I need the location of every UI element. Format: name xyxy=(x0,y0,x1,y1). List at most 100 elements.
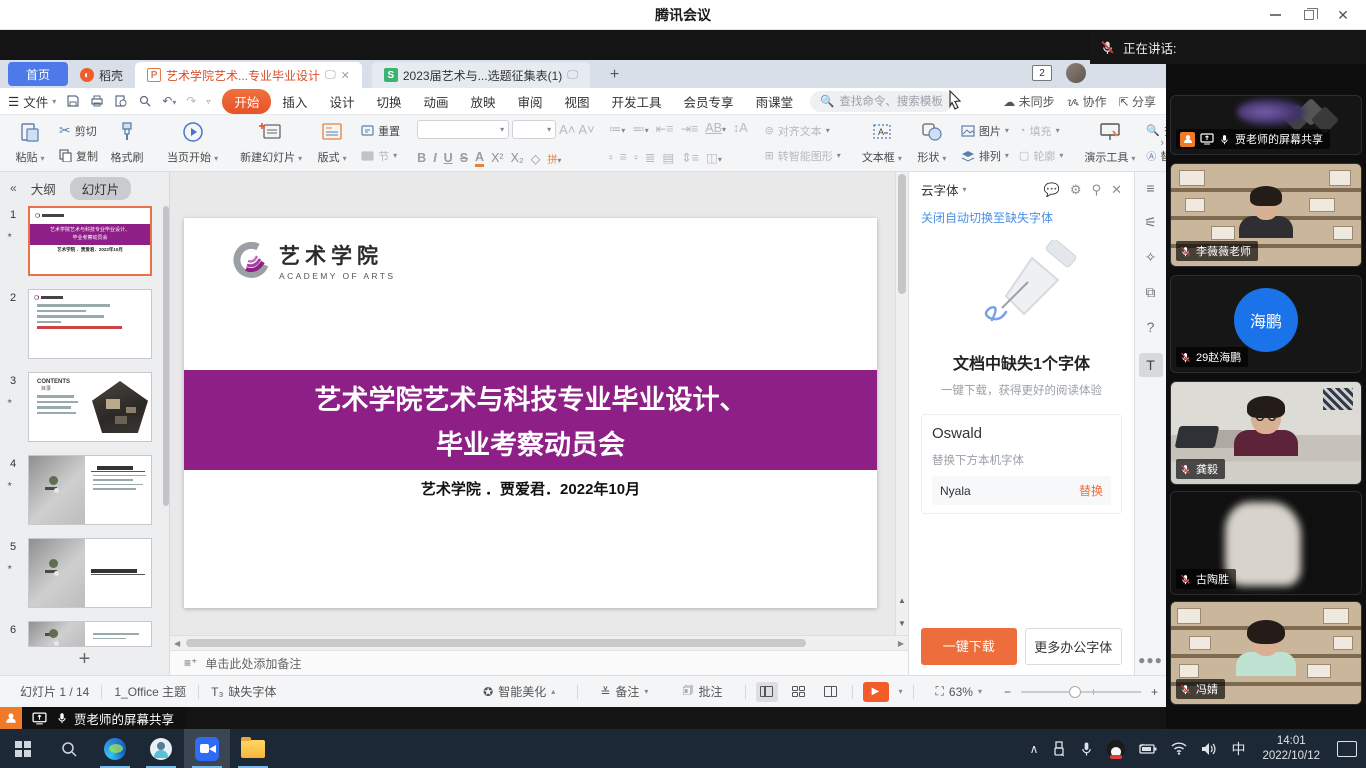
menu-tab-view[interactable]: 视图 xyxy=(554,92,601,111)
theme-name[interactable]: 1_Office 主题 xyxy=(102,683,198,700)
to-smartart-button[interactable]: ⊞转智能图形 ▾ xyxy=(762,147,844,165)
tray-mic-icon[interactable] xyxy=(1075,729,1098,768)
slide-thumb-5[interactable]: 5 ⭑ xyxy=(28,538,163,608)
new-tab-button[interactable]: + xyxy=(604,66,625,88)
print-icon[interactable] xyxy=(90,94,104,108)
taskbar-file-explorer[interactable] xyxy=(230,729,276,768)
effects-star-icon[interactable]: ✧ xyxy=(1145,249,1157,266)
menu-tab-design[interactable]: 设计 xyxy=(318,92,365,111)
qq-icon[interactable] xyxy=(1102,729,1130,768)
font-family-select[interactable]: ▾ xyxy=(417,120,509,139)
underline-button[interactable]: U xyxy=(444,151,453,165)
cut-button[interactable]: ✂剪切 xyxy=(56,121,101,140)
slide-thumb-4[interactable]: 4 ⭑ xyxy=(28,455,163,525)
maximize-button[interactable] xyxy=(1292,0,1326,30)
slide-thumb-3[interactable]: 3 ⭑ CONTENTS 目录 xyxy=(28,372,163,442)
tab-close-icon[interactable]: ✕ xyxy=(341,69,350,82)
menu-tab-animation[interactable]: 动画 xyxy=(412,92,459,111)
slideshow-play-button[interactable]: ▶ xyxy=(863,682,889,702)
missing-font-status[interactable]: T₃缺失字体 xyxy=(199,683,288,700)
outline-button[interactable]: ▢轮廓 ▾ xyxy=(1016,147,1066,165)
share-button[interactable]: ⇱ 分享 xyxy=(1119,93,1156,110)
speaker-icon[interactable] xyxy=(1196,729,1222,768)
more-tools-icon[interactable]: ●●● xyxy=(1138,653,1163,667)
start-button[interactable] xyxy=(0,729,46,768)
arrange-button[interactable]: 排列 ▾ xyxy=(958,147,1012,165)
decrease-font-icon[interactable]: A˅ xyxy=(578,122,594,137)
reset-button[interactable]: 重置 xyxy=(358,122,403,140)
usb-icon[interactable] xyxy=(1047,729,1071,768)
section-button[interactable]: 节 ▾ xyxy=(358,147,403,165)
menu-tab-devtools[interactable]: 开发工具 xyxy=(601,92,673,111)
undo-icon[interactable]: ↶▾ xyxy=(162,94,176,108)
wifi-icon[interactable] xyxy=(1166,729,1192,768)
notes-bar[interactable]: ≡⁺ 单击此处添加备注 xyxy=(170,650,908,675)
superscript-button[interactable]: X² xyxy=(491,151,504,165)
ime-indicator[interactable]: 中 xyxy=(1226,729,1250,768)
slide-thumb-1[interactable]: 1 ⭑ 艺术学院艺术与科技专业毕业设计、毕业考察动员会 艺术学院 ．贾爱君．20… xyxy=(28,206,163,276)
scroll-right-icon[interactable]: ▶ xyxy=(898,639,904,648)
fill-button[interactable]: ◔填充 ▾ xyxy=(1016,122,1066,140)
next-slide-icon[interactable]: ▼ xyxy=(898,619,906,628)
tab-slides[interactable]: 幻灯片 xyxy=(70,177,132,200)
strip-menu-icon[interactable]: ≡ xyxy=(1146,180,1154,196)
align-right-button[interactable]: ⹀ xyxy=(634,149,638,166)
cloud-sync-status[interactable]: ☁ 未同步 xyxy=(1003,93,1054,110)
taskbar-edge[interactable] xyxy=(92,729,138,768)
increase-indent-button[interactable]: ⇥≡ xyxy=(681,121,699,136)
slide-sorter-view-button[interactable] xyxy=(788,682,810,702)
copy-button[interactable]: 复制 xyxy=(56,147,101,165)
tab-spreadsheet-doc[interactable]: S 2023届艺术与...选题征集表(1) 🖵 xyxy=(372,62,590,88)
normal-view-button[interactable] xyxy=(756,682,778,702)
distribute-button[interactable]: ▤ xyxy=(662,150,674,165)
chevron-down-icon[interactable]: ▾ xyxy=(963,185,967,194)
menu-tab-transition[interactable]: 切换 xyxy=(365,92,412,111)
slide-thumb-6[interactable]: 6 xyxy=(28,621,163,647)
align-text-button[interactable]: ⊜对齐文本 ▾ xyxy=(762,122,844,140)
play-options-icon[interactable]: ▾ xyxy=(899,687,903,696)
menu-tab-start[interactable]: 开始 xyxy=(222,89,271,114)
slide-layout-button[interactable]: 版式 ▾ xyxy=(310,118,354,168)
menu-tab-member[interactable]: 会员专享 xyxy=(673,92,745,111)
slide-nav-buttons[interactable]: ▲▼ xyxy=(895,589,908,635)
current-slide[interactable]: 艺术学院 ACADEMY OF ARTS 艺术学院艺术与科技专业毕业设计、 毕业… xyxy=(184,218,877,608)
close-panel-icon[interactable]: ✕ xyxy=(1111,182,1122,198)
align-left-button[interactable]: ⹀ xyxy=(609,149,613,166)
fit-slide-button[interactable]: ⛶63% ▾ xyxy=(924,684,994,699)
help-icon[interactable]: ? xyxy=(1147,319,1155,335)
scroll-left-icon[interactable]: ◀ xyxy=(174,639,180,648)
participant-tile[interactable]: 龚毅 xyxy=(1170,381,1362,485)
line-spacing-button[interactable]: ⇕≡ xyxy=(681,150,699,165)
clock[interactable]: 14:01 2022/10/12 xyxy=(1254,734,1328,764)
taskbar-tencent-meeting[interactable] xyxy=(184,729,230,768)
tab-home[interactable]: 首页 xyxy=(8,62,68,86)
collaborate-button[interactable]: ᝰ 协作 xyxy=(1067,93,1107,110)
bold-button[interactable]: B xyxy=(417,151,426,165)
tab-outline[interactable]: 大纲 xyxy=(31,179,56,198)
notes-toggle-button[interactable]: ≚备注 ▾ xyxy=(588,683,660,700)
toolbar-collapse-icon[interactable]: ▿ xyxy=(206,97,210,106)
battery-icon[interactable] xyxy=(1134,729,1162,768)
numbered-list-button[interactable]: ≕▾ xyxy=(632,121,649,136)
presentation-tools-button[interactable]: 演示工具 ▾ xyxy=(1080,118,1139,168)
pinyin-guide-button[interactable]: 拼▾ xyxy=(547,151,561,166)
zoom-slider[interactable] xyxy=(1021,691,1141,693)
participant-tile[interactable]: 古陶胜 xyxy=(1170,491,1362,595)
redo-icon[interactable]: ↷ xyxy=(186,94,196,108)
taskbar-search-button[interactable] xyxy=(46,729,92,768)
text-direction-button[interactable]: AB▾ xyxy=(705,121,726,135)
tab-presentation-doc[interactable]: P 艺术学院艺术...专业毕业设计 🖵 ✕ xyxy=(135,62,362,88)
prev-slide-icon[interactable]: ▲ xyxy=(898,596,906,605)
find-icon[interactable] xyxy=(138,94,152,108)
panel-collapse-icon[interactable]: « xyxy=(10,181,17,195)
strikethrough-button[interactable]: S xyxy=(460,151,468,165)
textbox-button[interactable]: A 文本框 ▾ xyxy=(858,118,906,168)
new-slide-button[interactable]: 新建幻灯片 ▾ xyxy=(236,118,306,168)
more-fonts-button[interactable]: 更多办公字体 xyxy=(1025,628,1123,665)
justify-button[interactable]: ≣ xyxy=(645,150,655,165)
smart-beautify-button[interactable]: ✪智能美化 ▴ xyxy=(471,683,567,700)
feedback-icon[interactable]: 💬 xyxy=(1044,182,1060,198)
decrease-indent-button[interactable]: ⇤≡ xyxy=(656,121,674,136)
pin-icon[interactable]: ⚲ xyxy=(1092,182,1102,198)
italic-button[interactable]: I xyxy=(433,151,436,165)
